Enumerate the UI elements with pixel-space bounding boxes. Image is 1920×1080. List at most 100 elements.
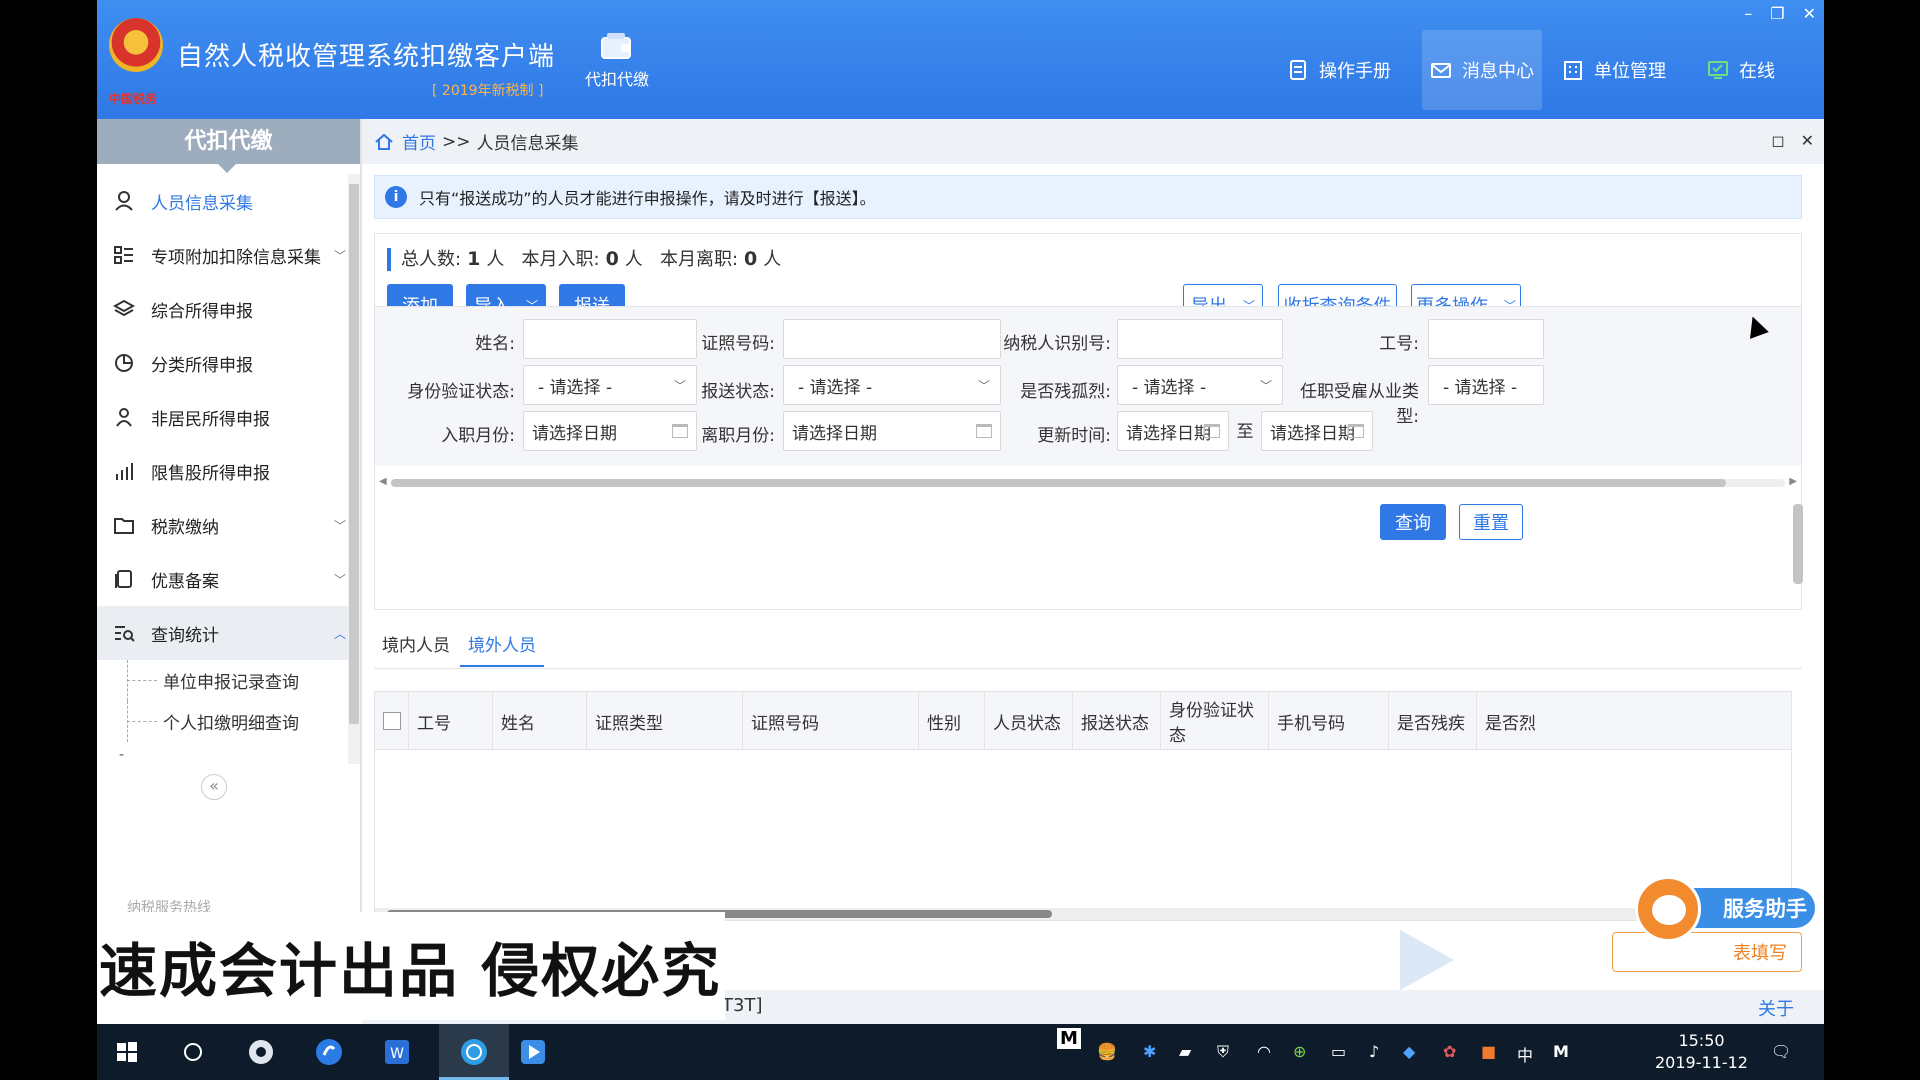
disabled-select[interactable]: - 请选择 - ﹀ [1117, 365, 1283, 405]
orange-app-icon[interactable]: ■ [1481, 1042, 1496, 1061]
sidebar-scrollbar[interactable] [348, 174, 360, 764]
sogou-browser-icon[interactable] [313, 1036, 345, 1068]
flower-app-icon[interactable]: ✿ [1443, 1042, 1456, 1061]
name-input[interactable] [523, 319, 697, 359]
maximize-tab-icon[interactable]: ◻ [1771, 131, 1784, 150]
column-header[interactable]: 手机号码 [1269, 692, 1389, 750]
send-status-select[interactable]: - 请选择 - ﹀ [783, 365, 1001, 405]
sidebar-subitem-personal-detail[interactable]: 个人扣缴明细查询 [97, 701, 360, 742]
bluetooth-icon[interactable]: ✱ [1143, 1042, 1156, 1061]
tray-app-icon[interactable]: 🍔 [1097, 1042, 1117, 1061]
search-circle-icon[interactable] [177, 1036, 209, 1068]
video-player-icon[interactable] [517, 1036, 549, 1068]
sidebar-dash: - [119, 747, 125, 763]
close-icon[interactable]: ✕ [1803, 4, 1816, 23]
reset-button[interactable]: 重置 [1459, 504, 1523, 540]
id-number-input[interactable] [783, 319, 1001, 359]
cube-app-icon[interactable]: ◆ [1403, 1042, 1415, 1061]
battery-icon[interactable]: ▭ [1331, 1042, 1346, 1061]
wifi-icon[interactable]: ◠ [1257, 1042, 1271, 1061]
breadcrumb-current: 人员信息采集 [476, 134, 579, 154]
column-header[interactable]: 证照类型 [587, 692, 743, 750]
column-header[interactable]: 是否残疾 [1389, 692, 1477, 750]
folder-icon [114, 518, 134, 534]
nav-manual[interactable]: 操作手册 [1287, 30, 1397, 110]
select-all-checkbox[interactable] [383, 712, 401, 730]
filter-horizontal-scrollbar[interactable]: ◀ ▶ [379, 476, 1797, 488]
home-icon[interactable] [374, 132, 394, 152]
module-withhold[interactable]: 代扣代缴 [577, 30, 657, 90]
sidebar-item-query-stats[interactable]: 查询统计 ︿ [97, 606, 360, 660]
sidebar-item-restricted-stock[interactable]: 限售股所得申报 [97, 444, 360, 498]
ime-indicator[interactable]: 中 [1517, 1042, 1533, 1066]
taskbar-clock[interactable]: 15:50 2019-11-12 [1655, 1030, 1748, 1074]
bar-chart-icon [116, 463, 133, 480]
ime-mode-indicator[interactable]: M [1553, 1042, 1569, 1061]
column-header[interactable]: 证照号码 [743, 692, 919, 750]
stat-leave-label: 本月离职: [659, 249, 739, 270]
window-controls: – ❐ ✕ [1744, 4, 1816, 23]
tab-foreign[interactable]: 境外人员 [460, 621, 544, 667]
word-processor-icon[interactable]: W [381, 1036, 413, 1068]
gpu-icon[interactable]: ▰ [1179, 1042, 1191, 1061]
column-header[interactable]: 性别 [919, 692, 985, 750]
windows-start-icon[interactable] [111, 1036, 143, 1068]
send-status-value: - 请选择 - [798, 377, 873, 398]
sidebar-item-preferential[interactable]: 优惠备案 ﹀ [97, 552, 360, 606]
calendar-icon [1348, 424, 1364, 438]
nav-org[interactable]: 单位管理 [1562, 30, 1672, 110]
query-button[interactable]: 查询 [1380, 504, 1446, 540]
sidebar-item-label: 人员信息采集 [151, 193, 253, 214]
about-link[interactable]: 关于 [1758, 995, 1794, 1021]
sidebar-collapse-button[interactable]: « [201, 774, 227, 800]
sidebar-item-person-info[interactable]: 人员信息采集 [97, 174, 360, 228]
notification-icon[interactable]: 🗨 [1771, 1042, 1791, 1061]
nav-messages[interactable]: 消息中心 [1422, 30, 1542, 110]
sidebar-item-classified[interactable]: 分类所得申报 [97, 336, 360, 390]
column-header[interactable]: 报送状态 [1073, 692, 1161, 750]
sidebar-item-tax-payment[interactable]: 税款缴纳 ﹀ [97, 498, 360, 552]
breadcrumb-home-link[interactable]: 首页 [402, 129, 436, 154]
column-header[interactable]: 人员状态 [985, 692, 1073, 750]
column-header[interactable]: 身份验证状态 [1161, 692, 1269, 750]
filter-vertical-scrollbar[interactable] [1793, 504, 1803, 584]
copy-icon [115, 570, 132, 588]
chevron-down-icon: ﹀ [977, 378, 990, 393]
tab-domestic[interactable]: 境内人员 [374, 621, 458, 667]
update-start-placeholder: 请选择日期 [1126, 423, 1211, 444]
sidebar-item-nonresident[interactable]: 非居民所得申报 [97, 390, 360, 444]
person-icon [115, 191, 133, 211]
sidebar-item-special-deduction[interactable]: 专项附加扣除信息采集 ﹀ [97, 228, 360, 282]
security-shield-icon[interactable]: ⛨ [1217, 1042, 1229, 1062]
update-time-end-input[interactable]: 请选择日期 [1261, 411, 1373, 451]
app-pinwheel-icon[interactable] [245, 1036, 277, 1068]
scroll-left-icon[interactable]: ◀ [379, 476, 387, 487]
minimize-icon[interactable]: – [1744, 4, 1752, 23]
update-time-start-input[interactable]: 请选择日期 [1117, 411, 1229, 451]
join-month-input[interactable]: 请选择日期 [523, 411, 697, 451]
restore-icon[interactable]: ❐ [1770, 4, 1784, 23]
sidebar-subitem-org-records[interactable]: 单位申报记录查询 [97, 660, 360, 701]
column-header[interactable]: 是否烈 [1477, 692, 1537, 750]
update-icon[interactable]: ⊕ [1293, 1042, 1306, 1061]
close-tab-icon[interactable]: ✕ [1801, 131, 1814, 150]
filter-area: 姓名: 证照号码: 纳税人识别号: 工号: 身份验证状态: - 请选择 - ﹀ 报… [375, 306, 1801, 466]
volume-icon[interactable]: ♪ [1369, 1042, 1379, 1061]
taxpayer-id-input[interactable] [1117, 319, 1283, 359]
verify-status-select[interactable]: - 请选择 - ﹀ [523, 365, 697, 405]
service-assistant[interactable]: 服务助手 [1635, 876, 1815, 942]
play-decoration-icon [1400, 930, 1454, 990]
nav-online[interactable]: 在线 [1707, 30, 1797, 110]
stat-total-value: 1 [467, 248, 481, 270]
employee-no-input[interactable] [1428, 319, 1544, 359]
verify-status-label: 身份验证状态: [407, 382, 515, 402]
leave-month-input[interactable]: 请选择日期 [783, 411, 1001, 451]
sidebar-item-comprehensive[interactable]: 综合所得申报 [97, 282, 360, 336]
column-header[interactable]: 姓名 [493, 692, 587, 750]
tax-client-taskbar-icon[interactable] [458, 1036, 490, 1068]
calendar-icon [672, 424, 688, 438]
scroll-right-icon[interactable]: ▶ [1789, 476, 1797, 487]
employ-type-select[interactable]: - 请选择 - [1428, 365, 1544, 405]
stat-join-label: 本月入职: [521, 249, 600, 270]
column-header[interactable]: 工号 [409, 692, 493, 750]
